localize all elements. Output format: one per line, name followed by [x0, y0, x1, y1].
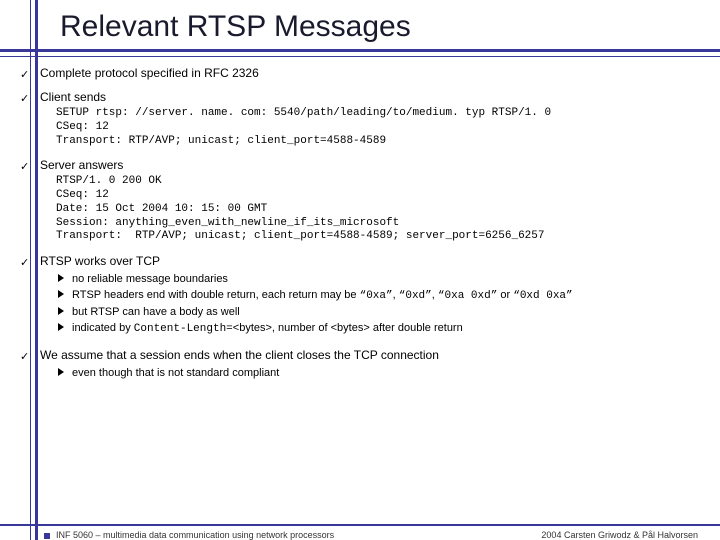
sub-item: no reliable message boundaries: [58, 272, 698, 288]
inline-code: “0xd 0xa”: [513, 290, 572, 302]
slide-title: Relevant RTSP Messages: [60, 10, 720, 44]
bullet-text: Client sends: [40, 90, 106, 104]
title-area: Relevant RTSP Messages: [0, 0, 720, 54]
slide: Relevant RTSP Messages ✓ Complete protoc…: [0, 0, 720, 540]
sub-text: even though that is not standard complia…: [72, 367, 279, 379]
sub-text: but RTSP can have a body as well: [72, 306, 240, 318]
bullet-list: ✓ Complete protocol specified in RFC 232…: [20, 66, 698, 382]
checkmark-icon: ✓: [20, 68, 29, 81]
code-block: SETUP rtsp: //server. name. com: 5540/pa…: [56, 107, 698, 148]
bullet-item: ✓ Complete protocol specified in RFC 232…: [20, 66, 698, 80]
inline-code: “0xa 0xd”: [438, 290, 497, 302]
sub-list: no reliable message boundaries RTSP head…: [58, 272, 698, 338]
sub-text: <bytes>, number of <bytes> after double …: [233, 322, 463, 334]
bullet-item: ✓ We assume that a session ends when the…: [20, 348, 698, 382]
footer-line: [0, 524, 720, 526]
bullet-text: We assume that a session ends when the c…: [40, 348, 439, 362]
inline-code: “0xd”: [399, 290, 432, 302]
sub-text: indicated by: [72, 322, 134, 334]
checkmark-icon: ✓: [20, 160, 29, 173]
bullet-item: ✓ RTSP works over TCP no reliable messag…: [20, 254, 698, 338]
footer-left: INF 5060 – multimedia data communication…: [44, 530, 334, 540]
triangle-icon: [58, 323, 64, 331]
bullet-text: RTSP works over TCP: [40, 254, 160, 268]
sub-item: RTSP headers end with double return, eac…: [58, 288, 698, 305]
sub-item: even though that is not standard complia…: [58, 366, 698, 382]
checkmark-icon: ✓: [20, 256, 29, 269]
triangle-icon: [58, 290, 64, 298]
bullet-text: Server answers: [40, 158, 123, 172]
bullet-item: ✓ Server answers RTSP/1. 0 200 OK CSeq: …: [20, 158, 698, 244]
sub-text: RTSP headers end with double return, eac…: [72, 289, 360, 301]
title-underline-thin: [0, 56, 720, 57]
checkmark-icon: ✓: [20, 92, 29, 105]
sub-item: indicated by Content-Length=<bytes>, num…: [58, 321, 698, 338]
bullet-text: Complete protocol specified in RFC 2326: [40, 66, 259, 80]
square-icon: [44, 533, 50, 539]
sub-text: no reliable message boundaries: [72, 273, 228, 285]
footer-left-text: INF 5060 – multimedia data communication…: [56, 530, 334, 540]
code-block: RTSP/1. 0 200 OK CSeq: 12 Date: 15 Oct 2…: [56, 175, 698, 244]
sub-text: or: [497, 289, 513, 301]
footer-right: 2004 Carsten Griwodz & Pål Halvorsen: [541, 530, 698, 540]
bullet-item: ✓ Client sends SETUP rtsp: //server. nam…: [20, 90, 698, 148]
title-underline: [0, 49, 720, 52]
checkmark-icon: ✓: [20, 350, 29, 363]
slide-body: ✓ Complete protocol specified in RFC 232…: [0, 54, 720, 382]
triangle-icon: [58, 307, 64, 315]
sub-list: even though that is not standard complia…: [58, 366, 698, 382]
inline-code: “0xa”: [360, 290, 393, 302]
inline-code: Content-Length=: [134, 323, 233, 335]
triangle-icon: [58, 274, 64, 282]
sub-item: but RTSP can have a body as well: [58, 305, 698, 321]
triangle-icon: [58, 368, 64, 376]
